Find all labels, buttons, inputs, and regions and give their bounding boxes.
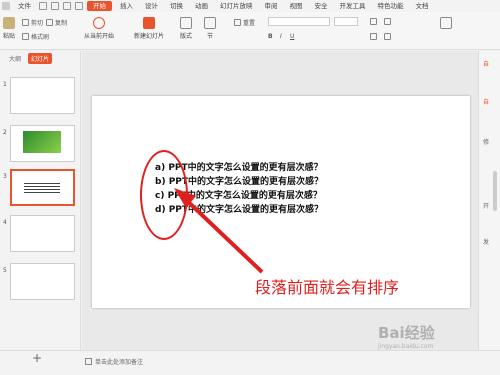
- add-slide-button[interactable]: +: [32, 351, 42, 365]
- status-bar: + 单击此处添加备注: [0, 350, 500, 375]
- task-pane: 自 自 修 开 发: [478, 51, 500, 361]
- baidu-watermark: Bai经验 jingyan.baidu.com: [378, 324, 435, 350]
- pane-label: 自: [483, 99, 490, 106]
- annotation-text: 段落前面就会有排序: [255, 278, 400, 297]
- pane-label: 发: [483, 239, 490, 246]
- pane-label: 开: [483, 203, 490, 210]
- notes-icon: [85, 358, 92, 365]
- pane-scrollbar[interactable]: [493, 171, 497, 211]
- pane-label: 自: [483, 61, 490, 68]
- notes-area[interactable]: 单击此处添加备注: [85, 357, 143, 366]
- pane-label: 修: [483, 139, 490, 146]
- annotation-arrow: [174, 188, 264, 274]
